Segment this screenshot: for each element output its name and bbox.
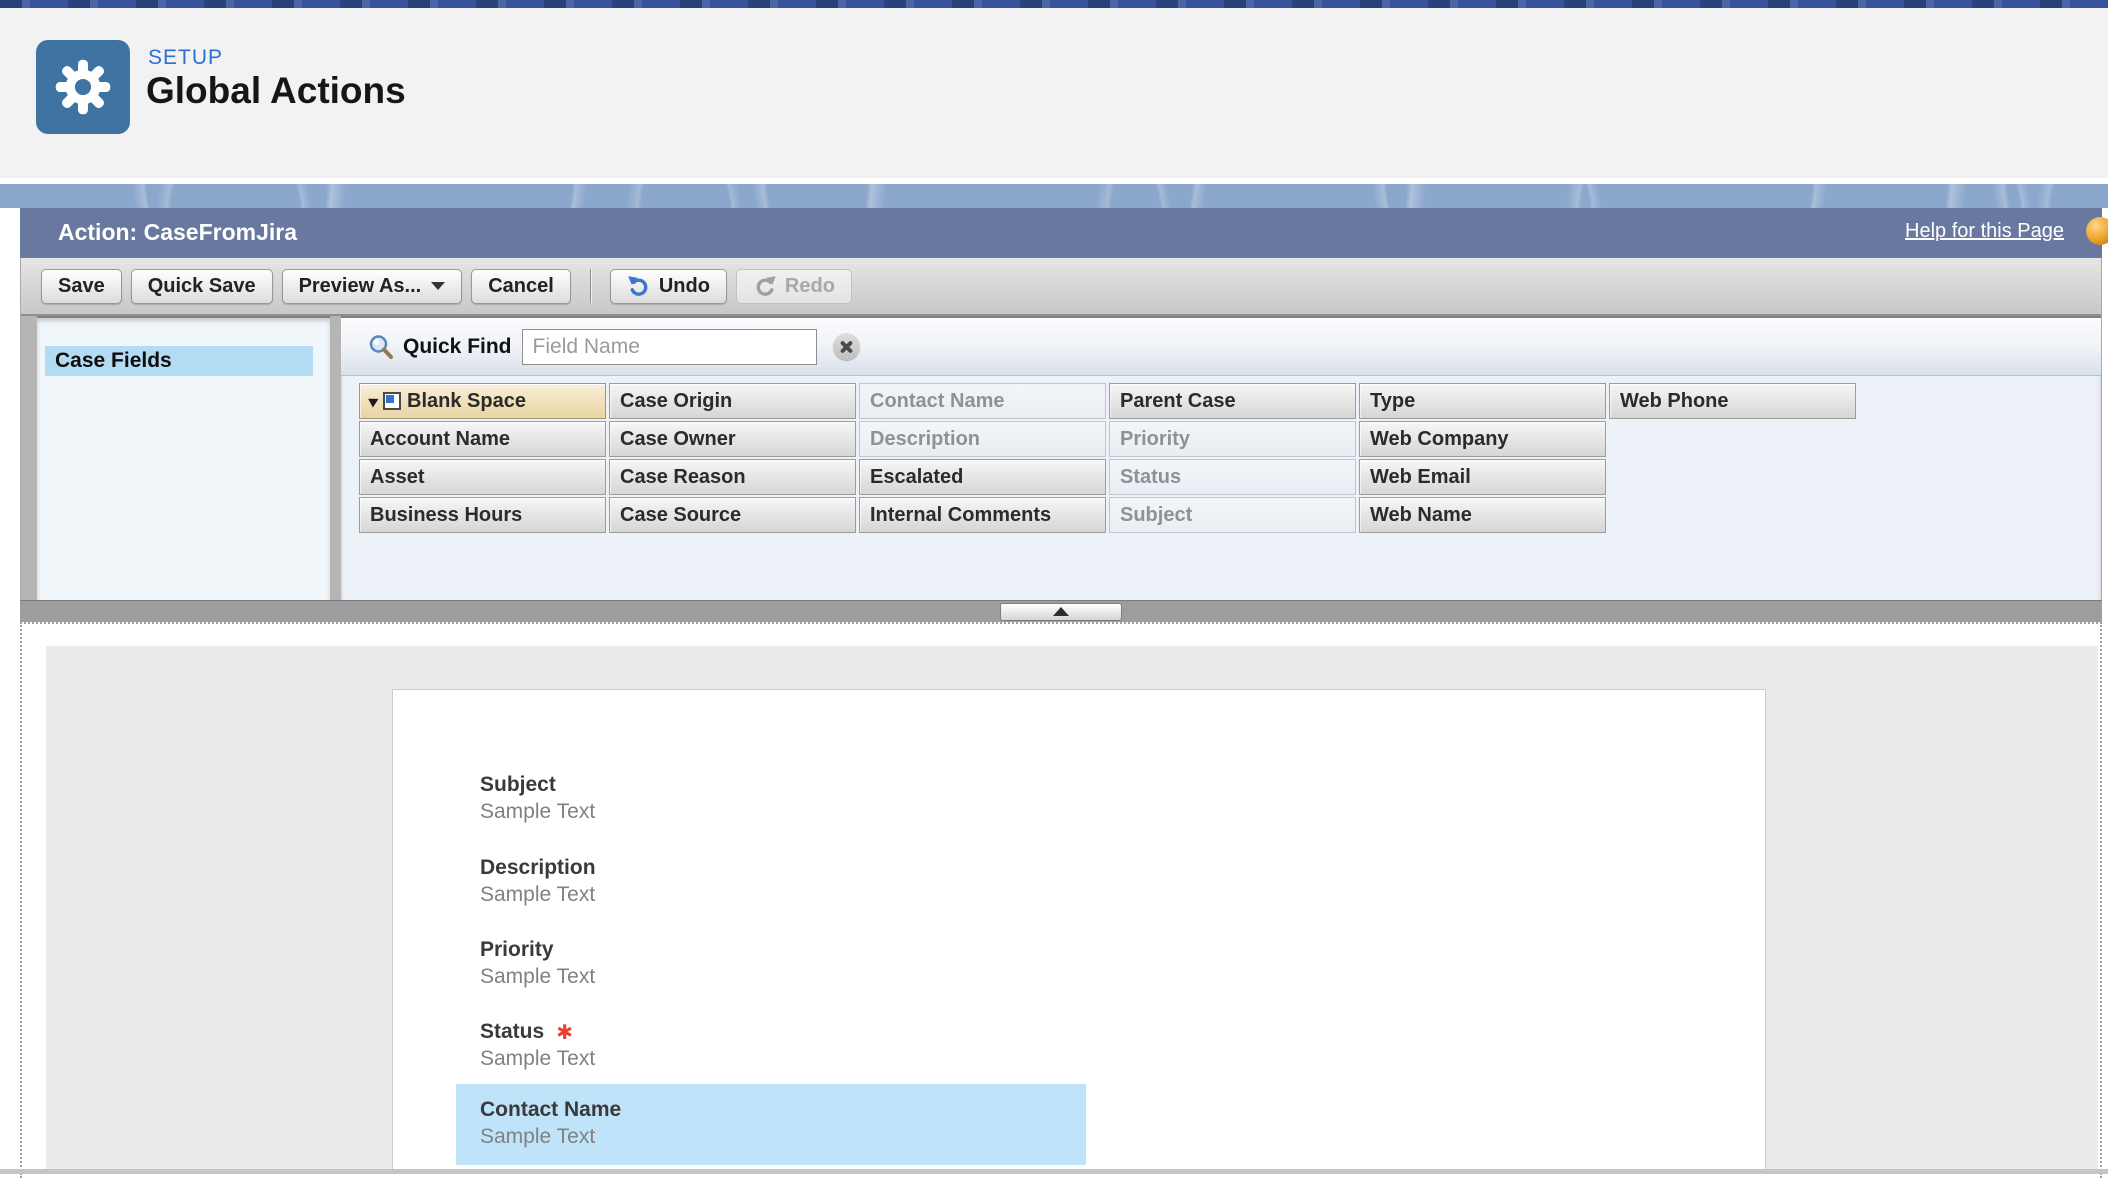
palette-field-internal-comments[interactable]: Internal Comments — [859, 497, 1106, 533]
field-label: Priority — [480, 938, 554, 962]
palette-column-4: Parent Case Priority Status Subject — [1109, 383, 1356, 533]
field-sample-text: Sample Text — [480, 800, 595, 824]
palette-field-contact-name: Contact Name — [859, 383, 1106, 419]
action-title-bar: Action: CaseFromJira Help for this Page — [20, 208, 2102, 258]
chevron-up-icon — [1053, 607, 1069, 616]
field-label: Description — [480, 856, 596, 880]
palette-field-case-reason[interactable]: Case Reason — [609, 459, 856, 495]
quick-save-button[interactable]: Quick Save — [131, 269, 273, 304]
undo-button[interactable]: Undo — [610, 269, 727, 304]
preview-as-label: Preview As... — [299, 275, 422, 298]
collapse-palette-handle[interactable] — [1000, 603, 1122, 621]
canvas-background: Subject Sample Text Description Sample T… — [46, 646, 2098, 1172]
undo-icon — [627, 274, 651, 298]
page-title: Global Actions — [146, 70, 406, 112]
chevron-down-icon — [431, 282, 445, 290]
palette-field-asset[interactable]: Asset — [359, 459, 606, 495]
panel-divider — [330, 316, 341, 600]
layout-canvas: Subject Sample Text Description Sample T… — [20, 622, 2102, 1178]
palette-field-web-email[interactable]: Web Email — [1359, 459, 1606, 495]
blank-space-icon — [383, 392, 401, 410]
canvas-field-contact-name[interactable]: Contact Name Sample Text — [480, 1098, 621, 1149]
palette-field-parent-case[interactable]: Parent Case — [1109, 383, 1356, 419]
help-for-this-page-link[interactable]: Help for this Page — [1905, 220, 2064, 243]
field-sample-text: Sample Text — [480, 1047, 595, 1071]
palette-column-3: Contact Name Description Escalated Inter… — [859, 383, 1106, 533]
palette-field-web-company[interactable]: Web Company — [1359, 421, 1606, 457]
palette-field-type[interactable]: Type — [1359, 383, 1606, 419]
setup-eyebrow: SETUP — [148, 46, 223, 70]
redo-label: Redo — [785, 275, 835, 298]
toolbar-separator — [590, 269, 591, 303]
splitter-bar — [20, 600, 2102, 622]
palette-field-case-source[interactable]: Case Source — [609, 497, 856, 533]
required-asterisk-icon: ✱ — [556, 1020, 573, 1044]
setup-header: SETUP Global Actions — [0, 8, 2108, 178]
field-label: Contact Name — [480, 1098, 621, 1122]
field-sample-text: Sample Text — [480, 1125, 621, 1149]
quick-find-bar: Quick Find — [341, 318, 2101, 376]
clear-search-icon[interactable] — [833, 333, 860, 360]
palette-field-account-name[interactable]: Account Name — [359, 421, 606, 457]
palette-field-web-name[interactable]: Web Name — [1359, 497, 1606, 533]
preview-as-button[interactable]: Preview As... — [282, 269, 463, 304]
redo-button: Redo — [736, 269, 852, 304]
layout-editor-frame: Action: CaseFromJira Help for this Page … — [20, 208, 2102, 1178]
decorative-banner — [0, 184, 2108, 208]
palette-field-description: Description — [859, 421, 1106, 457]
palette-field-case-owner[interactable]: Case Owner — [609, 421, 856, 457]
action-layout-preview: Subject Sample Text Description Sample T… — [392, 689, 1766, 1172]
redo-icon — [753, 274, 777, 298]
palette-field-escalated[interactable]: Escalated — [859, 459, 1106, 495]
palette-field-status: Status — [1109, 459, 1356, 495]
palette-field-case-origin[interactable]: Case Origin — [609, 383, 856, 419]
canvas-field-subject[interactable]: Subject Sample Text — [480, 773, 595, 824]
field-sample-text: Sample Text — [480, 965, 595, 989]
palette-column-1: Blank Space Account Name Asset Business … — [359, 383, 606, 533]
field-palette: Quick Find Blank Space Account Name Asse… — [341, 316, 2101, 600]
canvas-field-status[interactable]: Status ✱ Sample Text — [480, 1020, 595, 1071]
field-sample-text: Sample Text — [480, 883, 596, 907]
search-icon — [367, 333, 395, 361]
page: SETUP Global Actions Action: CaseFromJir… — [0, 0, 2108, 1178]
palette-field-priority: Priority — [1109, 421, 1356, 457]
editor-toolbar: Save Quick Save Preview As... Cancel Und… — [20, 258, 2102, 316]
palette-field-business-hours[interactable]: Business Hours — [359, 497, 606, 533]
cursor-arrow-icon — [368, 394, 381, 407]
quick-find-input[interactable] — [522, 329, 817, 365]
palette-column-5: Type Web Company Web Email Web Name — [1359, 383, 1606, 533]
canvas-field-description[interactable]: Description Sample Text — [480, 856, 596, 907]
palette-field-blank-space[interactable]: Blank Space — [359, 383, 606, 419]
quick-find-label: Quick Find — [403, 335, 512, 359]
palette-field-label: Blank Space — [407, 390, 526, 413]
bottom-edge — [0, 1169, 2108, 1174]
field-label: Subject — [480, 773, 556, 797]
cancel-button[interactable]: Cancel — [471, 269, 571, 304]
save-button[interactable]: Save — [41, 269, 122, 304]
selected-field-highlight: Contact Name Sample Text — [456, 1084, 1086, 1165]
action-title: Action: CaseFromJira — [58, 219, 297, 246]
palette-grid: Blank Space Account Name Asset Business … — [359, 383, 2101, 533]
palette-band: Case Fields Quick Find — [20, 316, 2102, 600]
palette-column-2: Case Origin Case Owner Case Reason Case … — [609, 383, 856, 533]
palette-field-subject: Subject — [1109, 497, 1356, 533]
palette-field-web-phone[interactable]: Web Phone — [1609, 383, 1856, 419]
help-icon[interactable] — [2086, 217, 2108, 245]
palette-column-6: Web Phone — [1609, 383, 1856, 533]
sidebar-item-case-fields[interactable]: Case Fields — [45, 346, 313, 376]
global-nav-strip — [0, 0, 2108, 8]
setup-gear-tile — [36, 40, 130, 134]
canvas-field-priority[interactable]: Priority Sample Text — [480, 938, 595, 989]
undo-label: Undo — [659, 275, 710, 298]
category-sidebar: Case Fields — [37, 316, 330, 600]
gear-icon — [52, 56, 114, 118]
field-label: Status — [480, 1020, 544, 1044]
